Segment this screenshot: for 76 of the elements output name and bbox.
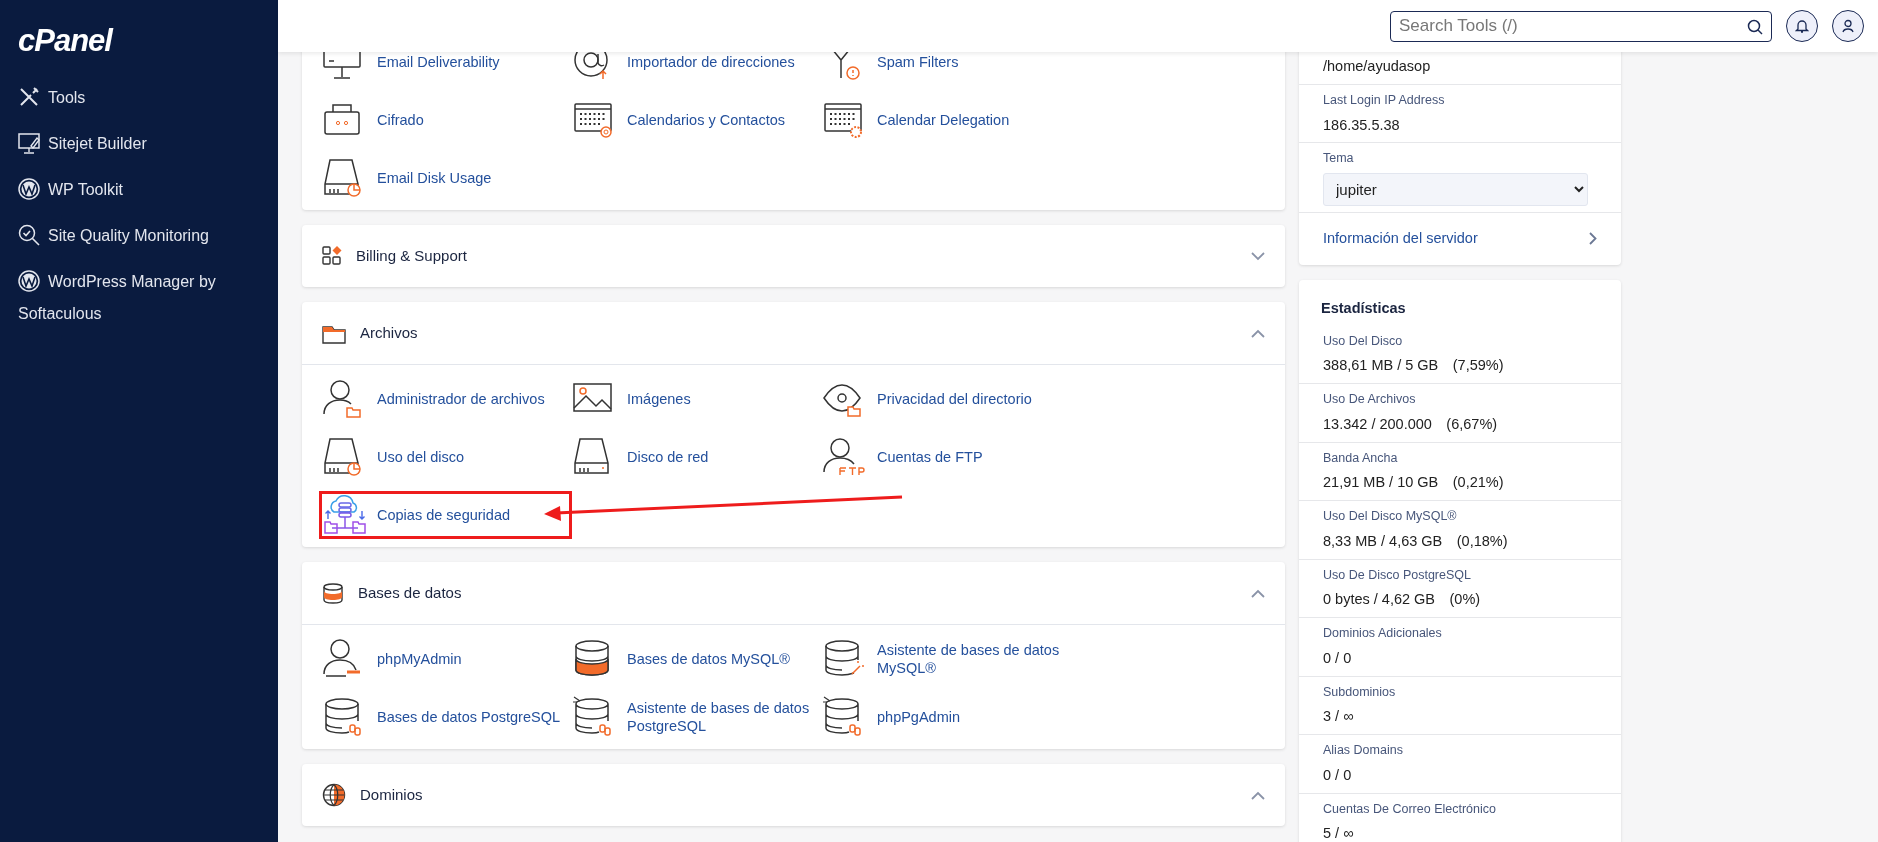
notifications-button[interactable]: [1786, 10, 1818, 42]
logo[interactable]: cPanel: [18, 18, 112, 65]
tool-link[interactable]: Asistente de bases de datos PostgreSQL: [569, 693, 822, 741]
server-info-link[interactable]: Información del servidor: [1299, 213, 1621, 265]
theme-select[interactable]: jupiter: [1323, 173, 1588, 206]
tool-link[interactable]: Cuentas de FTP: [819, 433, 1072, 481]
tool-link[interactable]: Imágenes: [569, 375, 822, 423]
user-menu-button[interactable]: [1832, 10, 1864, 42]
card-title: Estadísticas: [1320, 298, 1407, 318]
bell-icon: [1795, 19, 1809, 33]
circle-logo-icon: [18, 269, 40, 292]
tool-link[interactable]: Uso del disco: [319, 433, 572, 481]
tool-link[interactable]: Cifrado: [319, 96, 572, 144]
chevron-up-icon: [1251, 790, 1265, 800]
sidebar-item[interactable]: Sitejet Builder: [18, 127, 147, 160]
stat-value: 0 bytes / 4,62 GB (0%): [1323, 590, 1482, 610]
section-header[interactable]: Billing & Support: [302, 225, 1285, 287]
stat-label: Uso Del Disco MySQL®: [1323, 508, 1458, 525]
stat-value: 0 / 0: [1323, 648, 1353, 668]
field-label: Tema: [1323, 150, 1355, 168]
sidebar-item[interactable]: Site Quality Monitoring: [18, 219, 209, 252]
chevron-right-icon: [1589, 232, 1597, 246]
stat-label: Banda Ancha: [1323, 449, 1399, 467]
stat-label: Uso Del Disco: [1323, 332, 1404, 350]
grid-icon: [322, 246, 342, 266]
tool-link[interactable]: Disco de red: [569, 433, 822, 481]
database-icon: [322, 582, 344, 604]
tool-link[interactable]: phpMyAdmin: [319, 635, 572, 683]
stat-value: 0 / 0: [1323, 765, 1353, 785]
field-value: 186.35.5.38: [1323, 115, 1401, 135]
tool-link[interactable]: Importador de direcciones: [569, 52, 822, 86]
tools-icon: [18, 85, 40, 108]
sidebar-item[interactable]: WP Toolkit: [18, 173, 123, 206]
sidebar-item[interactable]: WordPress Manager by Softaculous: [18, 265, 248, 330]
stat-label: Dominios Adicionales: [1323, 625, 1443, 642]
search-field[interactable]: Search Tools (/): [1390, 10, 1772, 42]
search-icon: [1747, 18, 1763, 35]
field-label: Last Login IP Address: [1323, 91, 1446, 109]
cloud-backup-icon: [322, 494, 366, 536]
sidebar-item[interactable]: Tools: [18, 81, 86, 114]
tool-link[interactable]: phpPgAdmin: [819, 693, 1072, 741]
stat-label: Cuentas De Correo Electrónico: [1323, 800, 1497, 818]
stat-value: 388,61 MB / 5 GB (7,59%): [1323, 356, 1505, 376]
stat-label: Alias Domains: [1323, 742, 1404, 759]
user-icon: [1841, 19, 1855, 33]
search-check-icon: [18, 223, 40, 246]
stat-value: 8,33 MB / 4,63 GB (0,18%): [1323, 531, 1509, 551]
tool-link[interactable]: Spam Filters: [819, 52, 1072, 86]
stat-value: 21,91 MB / 10 GB (0,21%): [1323, 473, 1505, 493]
tool-link[interactable]: Email Deliverability: [319, 52, 572, 86]
tool-link[interactable]: Asistente de bases de datos MySQL®: [819, 635, 1072, 683]
globe-icon: [322, 783, 346, 807]
tool-link[interactable]: Email Disk Usage: [319, 154, 572, 202]
stat-label: Subdominios: [1323, 683, 1397, 701]
tool-link[interactable]: Calendar Delegation: [819, 96, 1072, 144]
tool-link[interactable]: Bases de datos MySQL®: [569, 635, 822, 683]
tool-link[interactable]: Calendarios y Contactos: [569, 96, 822, 144]
section-header[interactable]: Archivos: [302, 302, 1285, 364]
stat-value: 5 / ∞: [1323, 824, 1355, 842]
stat-value: 3 / ∞: [1323, 707, 1355, 727]
field-value: /home/ayudasop: [1323, 57, 1432, 76]
chevron-up-icon: [1251, 328, 1265, 338]
section-header[interactable]: Dominios: [302, 764, 1285, 826]
stat-label: Uso De Archivos: [1323, 391, 1417, 408]
chevron-down-icon: [1251, 251, 1265, 261]
tool-link[interactable]: Administrador de archivos: [319, 375, 572, 423]
circle-logo-icon: [18, 177, 40, 200]
tool-link[interactable]: Copias de seguridad: [319, 491, 572, 539]
chevron-up-icon: [1251, 588, 1265, 598]
tool-link[interactable]: Privacidad del directorio: [819, 375, 1072, 423]
section-header[interactable]: Bases de datos: [302, 562, 1285, 624]
user-ftp-icon: [822, 436, 866, 478]
stat-value: 13.342 / 200.000 (6,67%): [1323, 414, 1499, 434]
stat-label: Uso De Disco PostgreSQL: [1323, 566, 1472, 584]
tool-link[interactable]: Bases de datos PostgreSQL: [319, 693, 572, 741]
monitor-pen-icon: [18, 131, 40, 154]
